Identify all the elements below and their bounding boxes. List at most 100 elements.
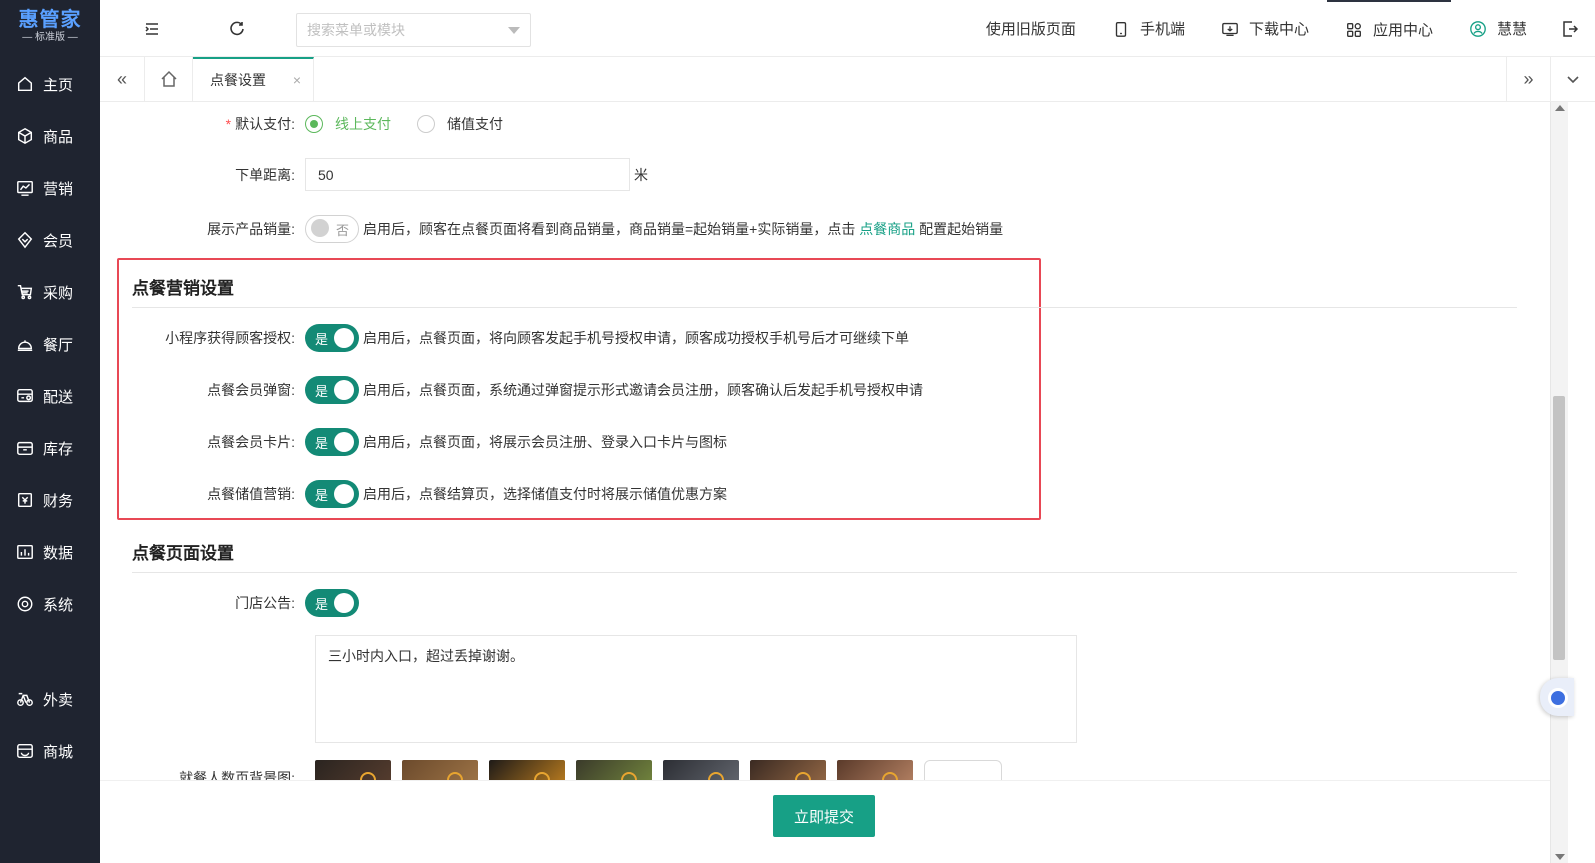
tab-label: 点餐设置 [210, 72, 266, 88]
top-bar-actions: 使用旧版页面 手机端 下载中心 应用中心 慧慧 [968, 0, 1595, 57]
select-ring-icon [360, 772, 376, 780]
sidebar-item-label: 会员 [43, 232, 74, 250]
sidebar-nav: 主页 商品 营销 会员 采购 餐厅 配送 库存 财务 数据 系统 外卖 商城 [0, 58, 100, 777]
tab-home[interactable] [145, 57, 193, 101]
sidebar-item-member[interactable]: 会员 [0, 214, 100, 266]
user-menu[interactable]: 慧慧 [1451, 0, 1545, 57]
toggle-state: 是 [315, 436, 329, 451]
distance-row: 下单距离: 米 [100, 158, 648, 191]
user-avatar-icon [1470, 20, 1486, 37]
sidebar-item-label: 财务 [43, 492, 74, 510]
toggle-state: 是 [315, 488, 329, 503]
menu-search-select[interactable] [296, 13, 531, 47]
notice-row: 门店公告: 是 [100, 589, 359, 617]
old-version-link[interactable]: 使用旧版页面 [968, 0, 1094, 57]
select-ring-icon [534, 772, 550, 780]
toggle-state: 是 [315, 384, 329, 399]
required-mark: * [225, 116, 232, 132]
apps-grid-icon [1346, 22, 1361, 37]
background-image-label: 就餐人数页背景图: [179, 770, 295, 780]
marketing-row-card: 点餐会员卡片: 是 启用后，点餐页面，将展示会员注册、登录入口卡片与图标 [100, 428, 727, 456]
app-center-link[interactable]: 应用中心 [1326, 0, 1451, 57]
sidebar-item-data[interactable]: 数据 [0, 526, 100, 578]
logout-button[interactable] [1545, 0, 1595, 57]
show-sales-toggle[interactable]: 否 [305, 215, 359, 243]
background-thumb[interactable] [663, 760, 739, 780]
store-notice-toggle[interactable]: 是 [305, 589, 359, 617]
radio-online-pay[interactable]: 线上支付 [305, 114, 391, 134]
mini-program-auth-toggle[interactable]: 是 [305, 324, 359, 352]
sidebar-item-marketing[interactable]: 营销 [0, 162, 100, 214]
scroll-thumb[interactable] [1553, 396, 1565, 660]
sidebar: 惠管家 — 标准版 — 主页 商品 营销 会员 采购 餐厅 配送 库存 财务 数… [0, 0, 100, 863]
sidebar-item-label: 餐厅 [43, 336, 74, 354]
background-thumb[interactable] [315, 760, 391, 780]
sidebar-item-inventory[interactable]: 库存 [0, 422, 100, 474]
tab-scroll-left-button[interactable]: « [100, 57, 145, 101]
close-icon[interactable]: × [293, 72, 301, 88]
sidebar-item-goods[interactable]: 商品 [0, 110, 100, 162]
section-divider [132, 572, 1517, 573]
background-thumb[interactable] [489, 760, 565, 780]
add-background-button[interactable] [924, 760, 1002, 780]
background-thumb[interactable] [402, 760, 478, 780]
stored-value-marketing-toggle[interactable]: 是 [305, 480, 359, 508]
sidebar-item-label: 营销 [43, 180, 74, 198]
sidebar-item-purchase[interactable]: 采购 [0, 266, 100, 318]
member-popup-toggle[interactable]: 是 [305, 376, 359, 404]
mobile-link[interactable]: 手机端 [1094, 0, 1203, 57]
scroll-down-arrow-icon[interactable] [1555, 854, 1565, 860]
default-pay-row: * 默认支付: 线上支付 储值支付 [100, 114, 529, 134]
member-card-toggle[interactable]: 是 [305, 428, 359, 456]
diamond-icon [17, 231, 33, 249]
page-settings-section-title: 点餐页面设置 [132, 544, 234, 563]
scroll-up-arrow-icon[interactable] [1555, 105, 1565, 111]
brand-name: 惠管家 [18, 9, 82, 31]
distance-input[interactable] [305, 158, 630, 191]
sidebar-item-finance[interactable]: 财务 [0, 474, 100, 526]
download-center-label: 下载中心 [1248, 21, 1309, 38]
background-thumb[interactable] [837, 760, 913, 780]
show-sales-desc: 启用后，顾客在点餐页面将看到商品销量，商品销量=起始销量+实际销量，点击 点餐商… [363, 221, 1004, 237]
marketing-row-popup: 点餐会员弹窗: 是 启用后，点餐页面，系统通过弹窗提示形式邀请会员注册，顾客确认… [100, 376, 923, 404]
truck-icon [17, 388, 33, 403]
sidebar-item-home[interactable]: 主页 [0, 58, 100, 110]
background-image-list [315, 760, 1002, 780]
sidebar-item-label: 商城 [43, 743, 74, 761]
settings-form: *默认支付: 线上支付 储值支付 下单距离: 米 展示产品销量: 否 启用后，顾… [100, 102, 1550, 780]
sidebar-item-label: 主页 [43, 76, 74, 94]
sidebar-item-system[interactable]: 系统 [0, 578, 100, 630]
background-thumb[interactable] [576, 760, 652, 780]
tab-bar: « 点餐设置 × » [100, 57, 1595, 102]
tab-menu-button[interactable] [1550, 57, 1595, 101]
brand-logo[interactable]: 惠管家 — 标准版 — [0, 0, 100, 50]
section-divider [132, 307, 1517, 308]
search-input[interactable] [307, 22, 497, 38]
sidebar-item-delivery[interactable]: 配送 [0, 370, 100, 422]
bike-icon [17, 692, 33, 707]
user-name: 慧慧 [1496, 21, 1527, 38]
toggle-knob [334, 328, 354, 348]
sidebar-item-takeout[interactable]: 外卖 [0, 673, 100, 725]
distance-unit: 米 [634, 166, 648, 183]
sidebar-item-mall[interactable]: 商城 [0, 725, 100, 777]
toggle-state: 是 [315, 597, 329, 612]
marketing-section-title: 点餐营销设置 [132, 279, 234, 298]
background-thumb[interactable] [750, 760, 826, 780]
sidebar-item-restaurant[interactable]: 餐厅 [0, 318, 100, 370]
top-bar: 使用旧版页面 手机端 下载中心 应用中心 慧慧 [100, 0, 1595, 57]
tab-order-settings[interactable]: 点餐设置 × [193, 57, 314, 101]
refresh-icon[interactable] [227, 19, 247, 39]
radio-stored-value-pay[interactable]: 储值支付 [417, 114, 503, 134]
store-notice-textarea[interactable]: 三小时内入口，超过丢掉谢谢。 [315, 635, 1077, 743]
submit-button[interactable]: 立即提交 [773, 795, 875, 837]
chevron-down-icon [1567, 76, 1579, 84]
page-scrollbar[interactable] [1550, 102, 1568, 863]
menu-collapse-icon[interactable] [142, 19, 162, 39]
floating-assistant-button[interactable] [1540, 678, 1574, 716]
download-center-link[interactable]: 下载中心 [1203, 0, 1327, 57]
home-icon [160, 70, 177, 87]
order-goods-link[interactable]: 点餐商品 [859, 221, 915, 237]
select-ring-icon [447, 772, 463, 780]
tab-scroll-right-button[interactable]: » [1506, 57, 1550, 101]
